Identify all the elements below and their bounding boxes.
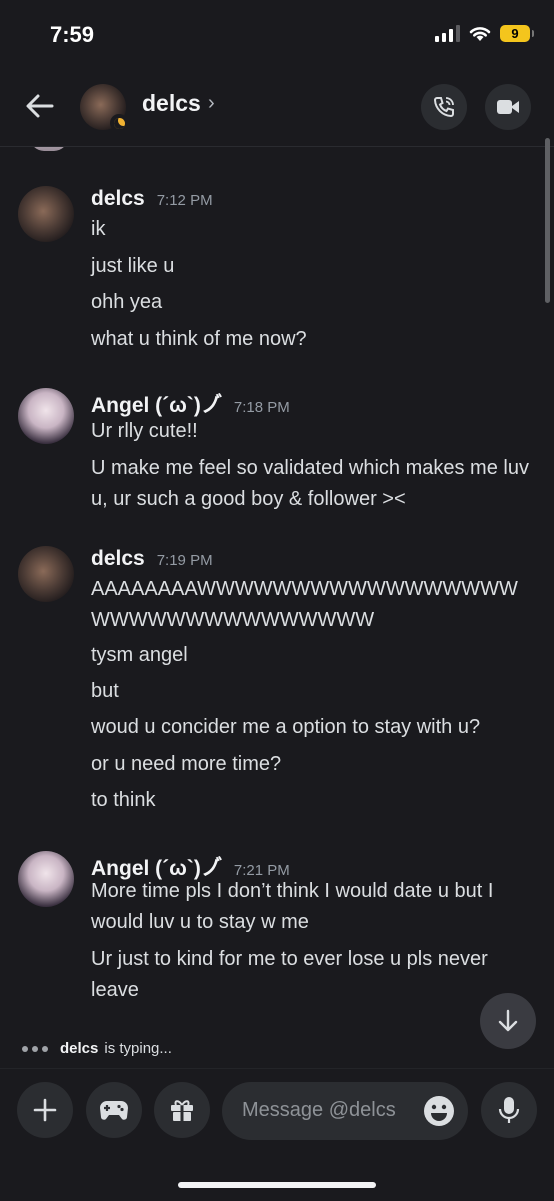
previous-avatar-fragment (30, 147, 68, 151)
gift-icon (171, 1100, 193, 1121)
header-username[interactable]: delcs (142, 90, 201, 117)
voice-call-button[interactable] (421, 84, 467, 130)
message-text[interactable]: U make me feel so validated which makes … (91, 453, 536, 515)
avatar[interactable] (18, 186, 74, 242)
chevron-right-icon[interactable]: › (208, 92, 215, 115)
typing-indicator: delcs is typing... (22, 1040, 172, 1057)
wifi-icon (469, 27, 491, 41)
idle-status-icon (110, 114, 128, 132)
message-text[interactable]: woud u concider me a option to stay with… (91, 712, 536, 743)
microphone-icon (498, 1097, 520, 1123)
status-bar: 7:59 9 (0, 0, 554, 70)
message-timestamp: 7:12 PM (156, 192, 213, 209)
scrollbar[interactable] (545, 138, 550, 303)
message-author[interactable]: delcs (91, 187, 145, 210)
avatar[interactable] (18, 546, 74, 602)
emoji-icon[interactable] (422, 1094, 456, 1128)
jump-to-latest-button[interactable] (480, 993, 536, 1049)
avatar[interactable] (18, 851, 74, 907)
phone-icon (433, 97, 454, 118)
status-time: 7:59 (50, 22, 95, 47)
typing-user: delcs (60, 1040, 99, 1057)
message-text[interactable]: AAAAAAAAWWWWWWWWWWWWWWWWWWWWWWWWWWWWWWWW (91, 574, 536, 636)
gift-button[interactable] (154, 1082, 210, 1138)
voice-message-button[interactable] (481, 1082, 537, 1138)
message-text[interactable]: to think (91, 785, 536, 816)
message-text[interactable]: More time pls I don’t think I would date… (91, 876, 536, 938)
message-text[interactable]: just like u (91, 251, 536, 282)
video-call-button[interactable] (485, 84, 531, 130)
plus-icon (33, 1098, 57, 1122)
cellular-signal-icon (435, 24, 460, 42)
message-text[interactable]: or u need more time? (91, 749, 536, 780)
typing-text: is typing... (104, 1040, 172, 1057)
message-author[interactable]: delcs (91, 547, 145, 570)
message-input-placeholder: Message @delcs (242, 1099, 396, 1121)
arrow-down-icon (498, 1009, 518, 1032)
message-input[interactable]: Message @delcs (222, 1082, 468, 1140)
typing-dots-icon (22, 1045, 48, 1052)
message-text[interactable]: ohh yea (91, 287, 536, 318)
message-text[interactable]: Ur just to kind for me to ever lose u pl… (91, 944, 536, 1006)
status-icons: 9 (435, 24, 534, 42)
message-text[interactable]: what u think of me now? (91, 324, 536, 355)
battery-icon: 9 (500, 24, 534, 42)
activities-button[interactable] (86, 1082, 142, 1138)
message-list[interactable]: delcs 7:12 PM ik just like u ohh yea what… (0, 147, 554, 1037)
message-text[interactable]: but (91, 676, 536, 707)
message-text[interactable]: tysm angel (91, 640, 536, 671)
home-indicator[interactable] (178, 1182, 376, 1188)
message-author[interactable]: Angel (´ω`)ノ゙ (91, 394, 222, 417)
avatar[interactable] (18, 388, 74, 444)
gamepad-icon (100, 1101, 128, 1120)
message-timestamp: 7:18 PM (233, 399, 290, 416)
message-text[interactable]: ik (91, 214, 536, 245)
battery-level: 9 (511, 25, 519, 41)
message-text[interactable]: Ur rlly cute!! (91, 416, 536, 447)
add-attachment-button[interactable] (17, 1082, 73, 1138)
back-arrow-icon[interactable] (22, 88, 58, 124)
chat-header: delcs › (0, 70, 554, 147)
message-timestamp: 7:19 PM (156, 552, 213, 569)
video-camera-icon (497, 100, 519, 114)
